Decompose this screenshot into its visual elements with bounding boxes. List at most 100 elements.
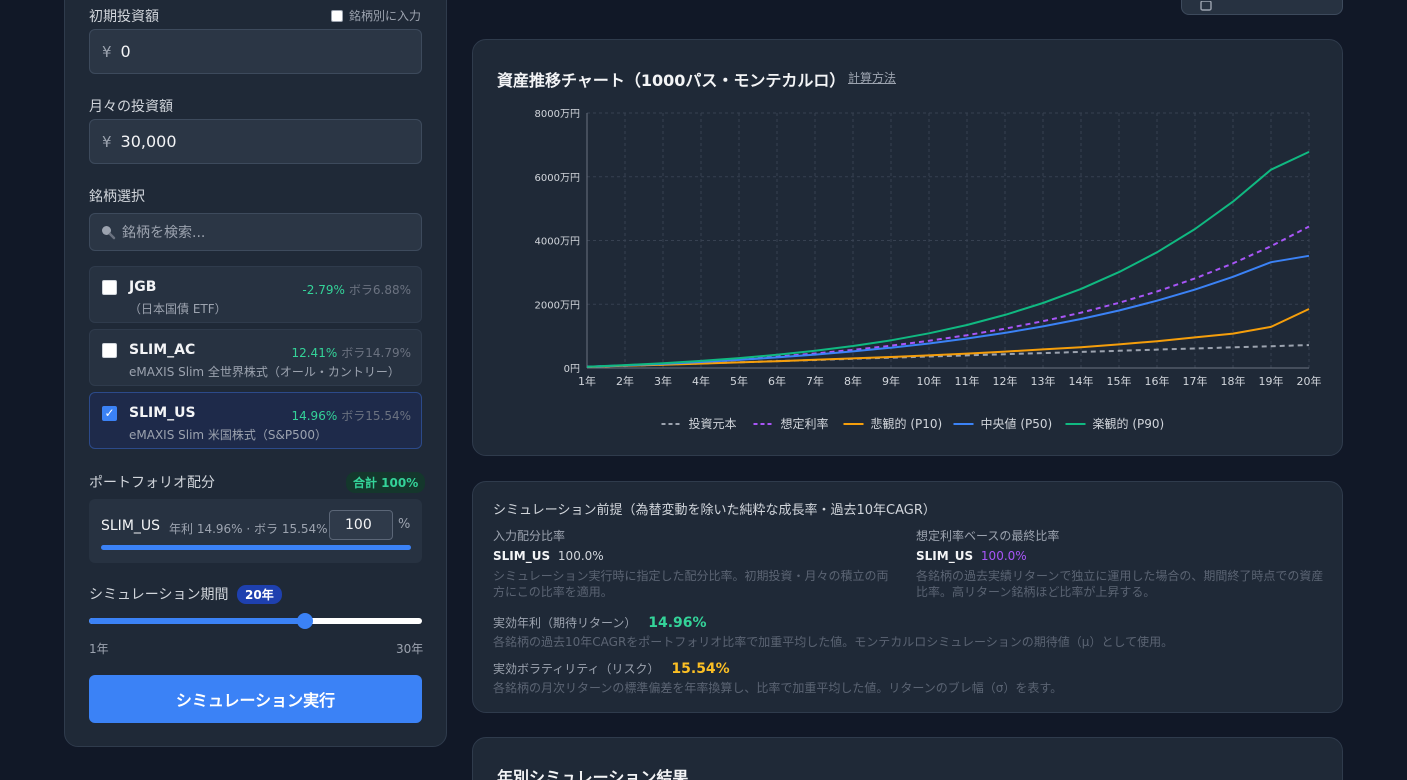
series-line <box>586 254 1310 368</box>
fund-card-slim-ac[interactable]: SLIM_AC eMAXIS Slim 全世界株式（オール・カントリー） 12.… <box>89 329 422 386</box>
legend-label: 楽観的 (P90) <box>1093 416 1165 431</box>
allocation-row: SLIM_US 年利 14.96% · ボラ 15.54% 100 % <box>89 499 422 563</box>
search-icon <box>102 226 116 240</box>
x-tick-label: 12年 <box>993 374 1018 388</box>
allocation-label: ポートフォリオ配分 <box>89 475 215 491</box>
fund-volatility: ボラ6.88% <box>348 283 411 297</box>
x-tick-label: 16年 <box>1145 374 1170 388</box>
final-ratio-label: 想定利率ベースの最終比率 <box>916 529 1060 543</box>
monthly-investment-input[interactable]: ¥ 30,000 <box>89 119 422 164</box>
series-line <box>586 150 1310 368</box>
fund-return: 14.96% <box>291 409 338 423</box>
legend-label: 投資元本 <box>689 416 737 431</box>
x-tick-label: 6年 <box>768 374 786 388</box>
y-tick-label: 8000万円 <box>535 109 580 120</box>
x-tick-label: 10年 <box>917 374 942 388</box>
x-tick-label: 5年 <box>730 374 748 388</box>
x-tick-label: 3年 <box>654 374 672 388</box>
allocation-meta: 年利 14.96% · ボラ 15.54% <box>169 522 328 536</box>
fund-stats: 14.96% ボラ15.54% <box>291 407 411 424</box>
period-badge: 20年 <box>237 585 282 604</box>
x-tick-label: 15年 <box>1107 374 1132 388</box>
allocation-bar-fill <box>101 545 411 550</box>
period-slider-fill <box>89 618 305 624</box>
yearly-results-title: 年別シミュレーション結果 <box>497 768 689 780</box>
effective-volatility-label: 実効ボラティリティ（リスク） <box>493 662 660 676</box>
document-icon <box>1200 1 1212 11</box>
period-min-label: 1年 <box>89 642 109 656</box>
fund-name: eMAXIS Slim 全世界株式（オール・カントリー） <box>129 365 400 379</box>
fund-selection-label: 銘柄選択 <box>89 189 145 205</box>
x-tick-label: 4年 <box>692 374 710 388</box>
legend-label: 中央値 (P50) <box>981 416 1053 431</box>
final-ratio-desc: 各銘柄の過去実績リターンで独立に運用した場合の、期間終了時点での資産比率。高リタ… <box>916 569 1324 599</box>
legend-label: 悲観的 (P10) <box>871 416 943 431</box>
fund-card-slim-us[interactable]: ✓ SLIM_US eMAXIS Slim 米国株式（S&P500） 14.96… <box>89 392 422 449</box>
fund-card-jgb[interactable]: JGB （日本国債 ETF） -2.79% ボラ6.88% <box>89 266 422 323</box>
y-tick-label: 0円 <box>564 364 580 375</box>
x-tick-label: 8年 <box>844 374 862 388</box>
asset-chart: 1年 2年 3年 4年 5年 6年 7年 8年 9年 10年 11年 12年 13年 14年 15年 16年 1… <box>535 109 1322 431</box>
monthly-investment-value: 30,000 <box>120 132 177 151</box>
x-tick-label: 1年 <box>578 374 596 388</box>
fund-return: 12.41% <box>291 346 338 360</box>
x-tick-label: 13年 <box>1031 374 1056 388</box>
period-slider-thumb[interactable] <box>296 613 313 629</box>
per-fund-toggle[interactable]: 銘柄別に入力 <box>331 7 421 24</box>
yearly-results-panel: 年別シミュレーション結果 <box>472 737 1343 780</box>
fund-checkbox[interactable] <box>102 343 117 358</box>
effective-volatility-row: 実効ボラティリティ（リスク） 15.54% <box>493 660 730 677</box>
fund-checkbox-checked[interactable]: ✓ <box>102 406 117 421</box>
allocation-input[interactable]: 100 <box>329 510 393 540</box>
period-label: シミュレーション期間 <box>89 587 229 603</box>
fund-ticker: SLIM_US <box>129 405 196 421</box>
fund-name: （日本国債 ETF） <box>129 302 227 316</box>
input-ratio-desc: シミュレーション実行時に指定した配分比率。初期投資・月々の積立の両方にこの比率を… <box>493 569 889 599</box>
input-ratio-row: SLIM_US 100.0% <box>493 549 604 563</box>
x-tick-label: 20年 <box>1297 374 1322 388</box>
effective-return-value: 14.96% <box>648 615 707 631</box>
per-fund-label: 銘柄別に入力 <box>349 9 422 23</box>
fund-stats: 12.41% ボラ14.79% <box>291 344 411 361</box>
initial-investment-input[interactable]: ¥ 0 <box>89 29 422 74</box>
fund-ticker: SLIM_AC <box>129 342 196 358</box>
fund-return: -2.79% <box>302 283 345 297</box>
fund-name: eMAXIS Slim 米国株式（S&P500） <box>129 428 328 442</box>
yen-symbol: ¥ <box>102 132 112 151</box>
allocation-ticker: SLIM_US <box>101 518 161 534</box>
allocation-bar-track <box>101 545 411 550</box>
effective-return-desc: 各銘柄の過去10年CAGRをポートフォリオ比率で加重平均した値。モンテカルロシミ… <box>493 635 1174 649</box>
header-action-button[interactable] <box>1181 0 1343 15</box>
initial-investment-label: 初期投資額 <box>89 9 159 25</box>
period-max-label: 30年 <box>396 642 424 656</box>
x-tick-label: 14年 <box>1069 374 1094 388</box>
x-tick-label: 17年 <box>1183 374 1208 388</box>
monthly-investment-label: 月々の投資額 <box>89 99 173 115</box>
y-tick-label: 6000万円 <box>535 173 580 184</box>
effective-volatility-value: 15.54% <box>671 661 730 677</box>
chart-panel: 資産推移チャート（1000パス・モンテカルロ） 計算方法 1年 2年 3年 4年 5年 6… <box>472 39 1343 456</box>
series-line <box>586 225 1310 368</box>
input-ratio-ticker: SLIM_US <box>493 549 551 563</box>
x-tick-label: 9年 <box>882 374 900 388</box>
fund-checkbox[interactable] <box>102 280 117 295</box>
effective-return-row: 実効年利（期待リターン） 14.96% <box>493 614 707 631</box>
input-ratio-value: 100.0% <box>557 549 604 563</box>
y-tick-label: 4000万円 <box>535 237 580 248</box>
fund-volatility: ボラ14.79% <box>341 346 411 360</box>
y-tick-label: 2000万円 <box>535 300 580 311</box>
assumptions-title: シミュレーション前提（為替変動を除いた純粋な成長率・過去10年CAGR） <box>493 503 936 518</box>
yen-symbol: ¥ <box>102 42 112 61</box>
x-tick-label: 2年 <box>616 374 634 388</box>
x-tick-label: 19年 <box>1259 374 1284 388</box>
allocation-unit: % <box>398 517 411 532</box>
search-placeholder: 銘柄を検索... <box>122 225 206 241</box>
effective-return-label: 実効年利（期待リターン） <box>493 616 637 630</box>
final-ratio-value: 100.0% <box>980 549 1027 563</box>
per-fund-checkbox[interactable] <box>331 9 343 22</box>
run-simulation-button[interactable]: シミュレーション実行 <box>89 675 422 723</box>
assumptions-panel: シミュレーション前提（為替変動を除いた純粋な成長率・過去10年CAGR） 入力配… <box>472 481 1343 713</box>
fund-search-input[interactable]: 銘柄を検索... <box>89 213 422 251</box>
legend-label: 想定利率 <box>781 416 829 431</box>
x-tick-label: 7年 <box>806 374 824 388</box>
